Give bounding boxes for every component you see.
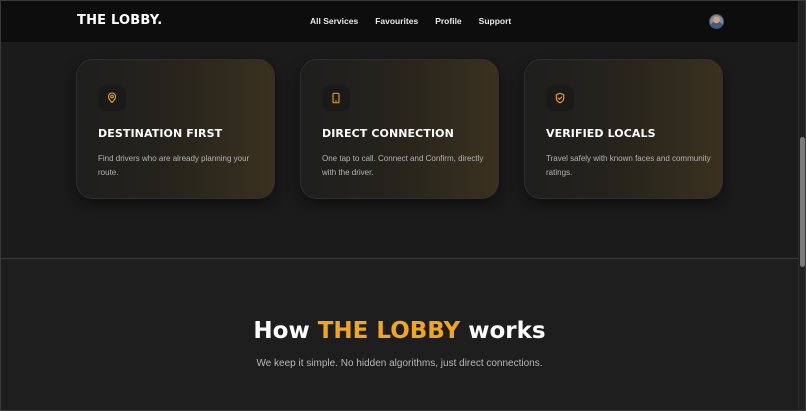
- feature-description: Find drivers who are already planning yo…: [98, 154, 250, 177]
- how-it-works-heading: How THE LOBBY works: [1, 318, 798, 344]
- how-it-works-subtitle: We keep it simple. No hidden algorithms,…: [256, 358, 543, 369]
- heading-brand-accent: THE LOBBY: [317, 318, 461, 344]
- site-logo[interactable]: THE LOBBY.: [77, 13, 162, 28]
- smartphone-icon: [322, 85, 350, 111]
- map-pin-icon: [98, 85, 126, 111]
- features-section: DESTINATION FIRST Find drivers who are a…: [1, 42, 798, 258]
- feature-card-destination-first: DESTINATION FIRST Find drivers who are a…: [76, 59, 275, 199]
- vertical-scrollbar[interactable]: [798, 1, 805, 410]
- user-avatar[interactable]: [709, 14, 724, 29]
- scrollbar-thumb[interactable]: [800, 137, 805, 267]
- feature-description: One tap to call. Connect and Confirm, di…: [322, 154, 484, 177]
- nav-links: All Services Favourites Profile Support: [310, 16, 511, 26]
- feature-title: DESTINATION FIRST: [98, 127, 223, 140]
- feature-card-direct-connection: DIRECT CONNECTION One tap to call. Conne…: [300, 59, 499, 199]
- nav-link-all-services[interactable]: All Services: [310, 16, 358, 26]
- page-frame: THE LOBBY. All Services Favourites Profi…: [0, 0, 806, 411]
- feature-title: VERIFIED LOCALS: [546, 127, 656, 140]
- nav-link-profile[interactable]: Profile: [435, 16, 461, 26]
- top-navbar: THE LOBBY. All Services Favourites Profi…: [1, 1, 798, 42]
- how-it-works-section: How THE LOBBY works We keep it simple. N…: [1, 259, 798, 410]
- heading-prefix: How: [253, 318, 318, 344]
- nav-link-favourites[interactable]: Favourites: [375, 16, 418, 26]
- shield-check-icon: [546, 85, 574, 111]
- feature-card-verified-locals: VERIFIED LOCALS Travel safely with known…: [524, 59, 723, 199]
- nav-link-support[interactable]: Support: [479, 16, 512, 26]
- feature-title: DIRECT CONNECTION: [322, 127, 454, 140]
- feature-description: Travel safely with known faces and commu…: [546, 154, 711, 177]
- heading-suffix: works: [460, 318, 546, 344]
